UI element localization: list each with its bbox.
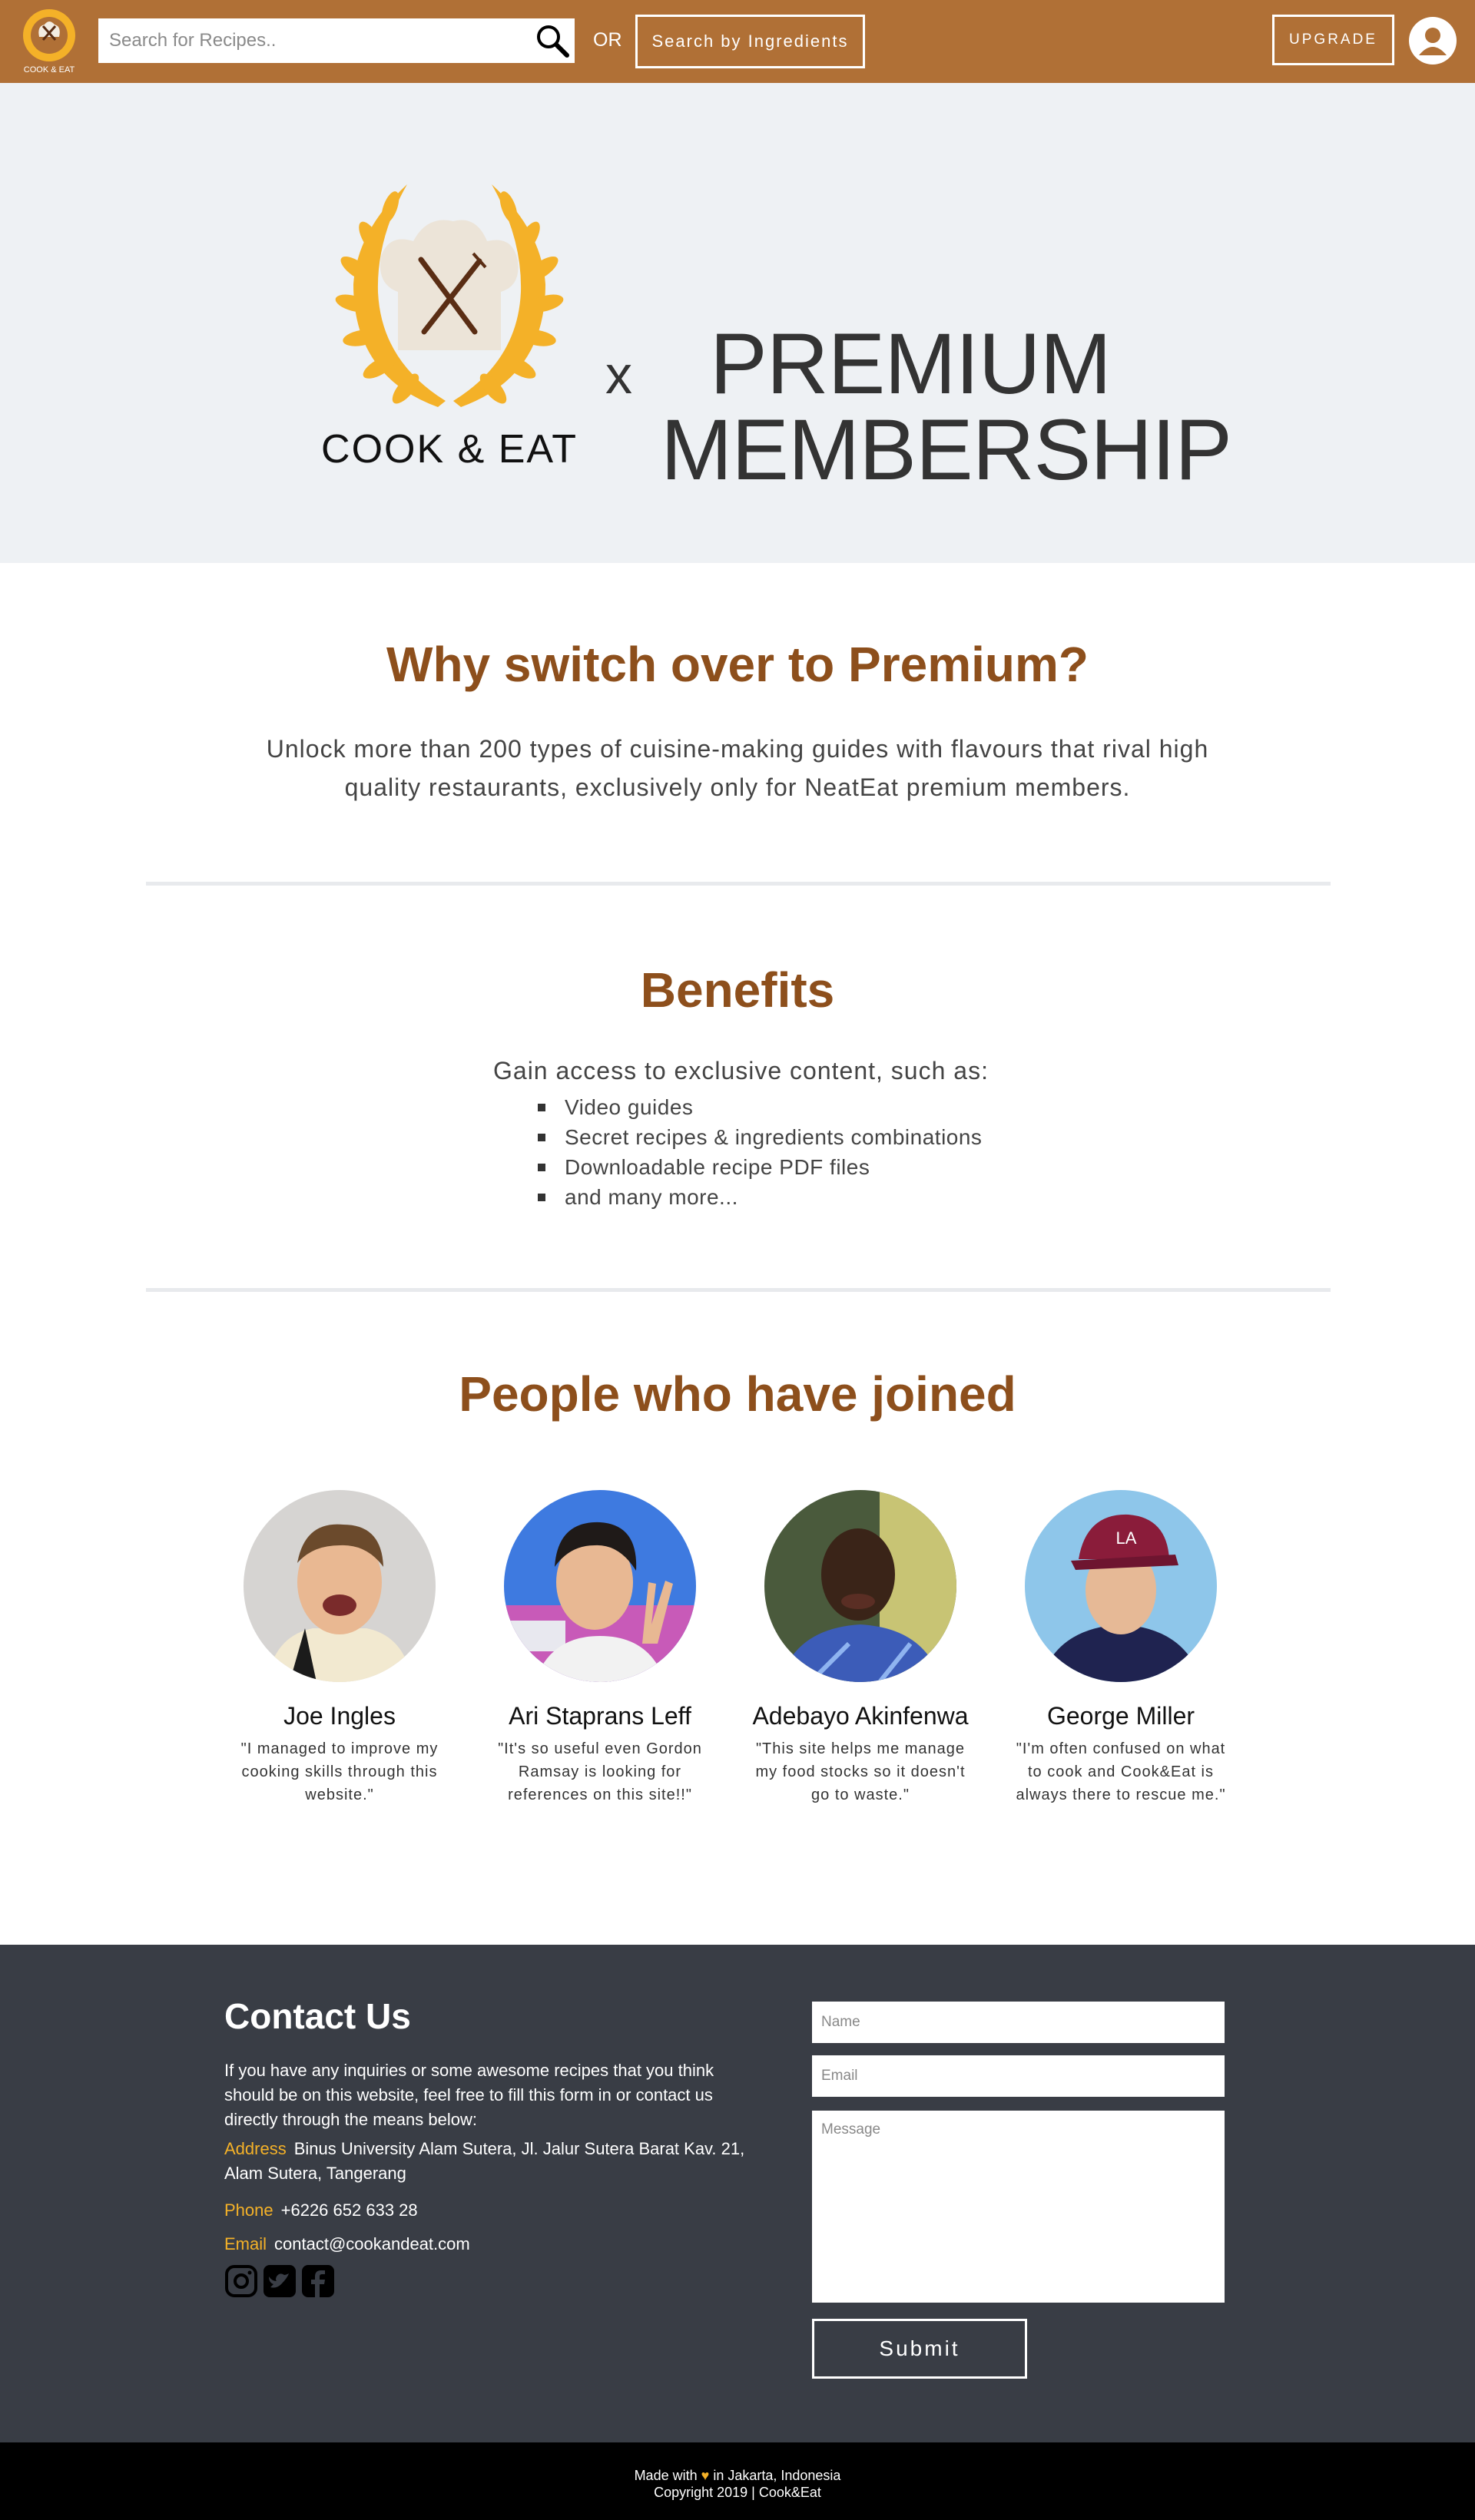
user-avatar-icon: [1419, 28, 1447, 55]
member-name: George Miller: [1046, 1702, 1195, 1730]
section-divider: [146, 882, 1331, 886]
contact-email-input[interactable]: [812, 2055, 1225, 2097]
contact-address: Address Binus University Alam Sutera, Jl.…: [224, 2137, 747, 2186]
benefit-item: Video guides: [538, 1092, 982, 1122]
address-value: Binus University Alam Sutera, Jl. Jalur …: [224, 2139, 745, 2183]
hero-title-line-1: PREMIUM: [710, 316, 1112, 412]
cook-and-eat-logo[interactable]: COOK & EAT: [20, 8, 78, 75]
member-photo: LA: [1025, 1490, 1217, 1682]
phone-label: Phone: [224, 2200, 273, 2220]
recipe-search-box: [98, 18, 575, 63]
recipe-search-input[interactable]: [98, 18, 575, 63]
search-by-ingredients-button[interactable]: Search by Ingredients: [635, 15, 865, 68]
benefit-item: Downloadable recipe PDF files: [538, 1152, 982, 1182]
upgrade-button[interactable]: UPGRADE: [1272, 15, 1394, 65]
hero-title-line-2: MEMBERSHIP: [661, 402, 1232, 498]
top-navigation-bar: COOK & EAT OR Search by Ingredients UPGR…: [0, 0, 1475, 83]
made-with-suffix: in Jakarta, Indonesia: [713, 2468, 841, 2483]
premium-hero-banner: COOK & EAT x PREMIUM MEMBERSHIP: [0, 83, 1475, 563]
facebook-icon[interactable]: [301, 2264, 335, 2298]
hero-logo-text: COOK & EAT: [323, 427, 576, 472]
section-divider: [146, 1288, 1331, 1292]
member-quote: "It's so useful even Gordon Ramsay is lo…: [498, 1740, 702, 1803]
email-label: Email: [224, 2234, 267, 2253]
why-premium-heading: Why switch over to Premium?: [386, 637, 1089, 692]
contact-description: If you have any inquiries or some awesom…: [224, 2061, 714, 2129]
member-card: LA George Miller "I'm often confused on …: [1006, 1490, 1236, 1806]
contact-email: Email contact@cookandeat.com: [224, 2232, 747, 2257]
contact-message-textarea[interactable]: [812, 2111, 1225, 2303]
member-photo: [504, 1490, 696, 1682]
people-joined-heading: People who have joined: [459, 1366, 1016, 1422]
member-quote: "I managed to improve my cooking skills …: [240, 1740, 439, 1803]
contact-section: Contact Us If you have any inquiries or …: [0, 1945, 1475, 2442]
address-label: Address: [224, 2139, 287, 2158]
contact-heading: Contact Us: [224, 1996, 411, 2036]
member-photo: [764, 1490, 956, 1682]
contact-name-input[interactable]: [812, 2002, 1225, 2043]
account-avatar-button[interactable]: [1409, 17, 1457, 65]
member-name: Joe Ingles: [283, 1702, 396, 1730]
benefit-item: and many more...: [538, 1182, 982, 1212]
contact-phone: Phone +6226 652 633 28: [224, 2198, 747, 2223]
why-premium-text: Unlock more than 200 types of cuisine-ma…: [266, 735, 1209, 801]
instagram-icon[interactable]: [224, 2264, 258, 2298]
premium-membership-title: PREMIUM MEMBERSHIP: [661, 316, 1232, 498]
member-card: Adebayo Akinfenwa "This site helps me ma…: [745, 1490, 976, 1806]
made-with-prefix: Made with: [634, 2468, 698, 2483]
member-name: Adebayo Akinfenwa: [752, 1702, 969, 1730]
member-quote: "I'm often confused on what to cook and …: [1016, 1740, 1226, 1803]
member-quote: "This site helps me manage my food stock…: [755, 1740, 966, 1803]
made-with-line: Made with ♥ in Jakarta, Indonesia: [0, 2467, 1475, 2484]
member-name: Ari Staprans Leff: [509, 1702, 691, 1730]
copyright-text: Copyright 2019 | Cook&Eat: [654, 2485, 821, 2500]
bottom-footer: Made with ♥ in Jakarta, Indonesia Copyri…: [0, 2442, 1475, 2520]
contact-submit-button[interactable]: Submit: [812, 2319, 1027, 2379]
social-links: [224, 2264, 335, 2298]
svg-text:LA: LA: [1116, 1528, 1137, 1548]
member-photo: [244, 1490, 436, 1682]
phone-value: +6226 652 633 28: [280, 2200, 418, 2220]
heart-icon: ♥: [701, 2468, 710, 2483]
benefits-intro: Gain access to exclusive content, such a…: [493, 1057, 989, 1084]
twitter-icon[interactable]: [263, 2264, 297, 2298]
hero-x-separator: x: [605, 345, 632, 405]
or-separator: OR: [593, 29, 622, 51]
logo-mini-text: COOK & EAT: [24, 65, 75, 75]
cook-and-eat-hero-logo: COOK & EAT: [323, 184, 576, 472]
benefits-list: Video guides Secret recipes & ingredient…: [538, 1092, 982, 1212]
benefit-item: Secret recipes & ingredients combination…: [538, 1122, 982, 1152]
search-icon[interactable]: [535, 23, 570, 58]
member-card: Joe Ingles "I managed to improve my cook…: [224, 1490, 455, 1806]
email-value[interactable]: contact@cookandeat.com: [274, 2234, 470, 2253]
member-card: Ari Staprans Leff "It's so useful even G…: [485, 1490, 715, 1806]
benefits-heading: Benefits: [640, 962, 835, 1018]
